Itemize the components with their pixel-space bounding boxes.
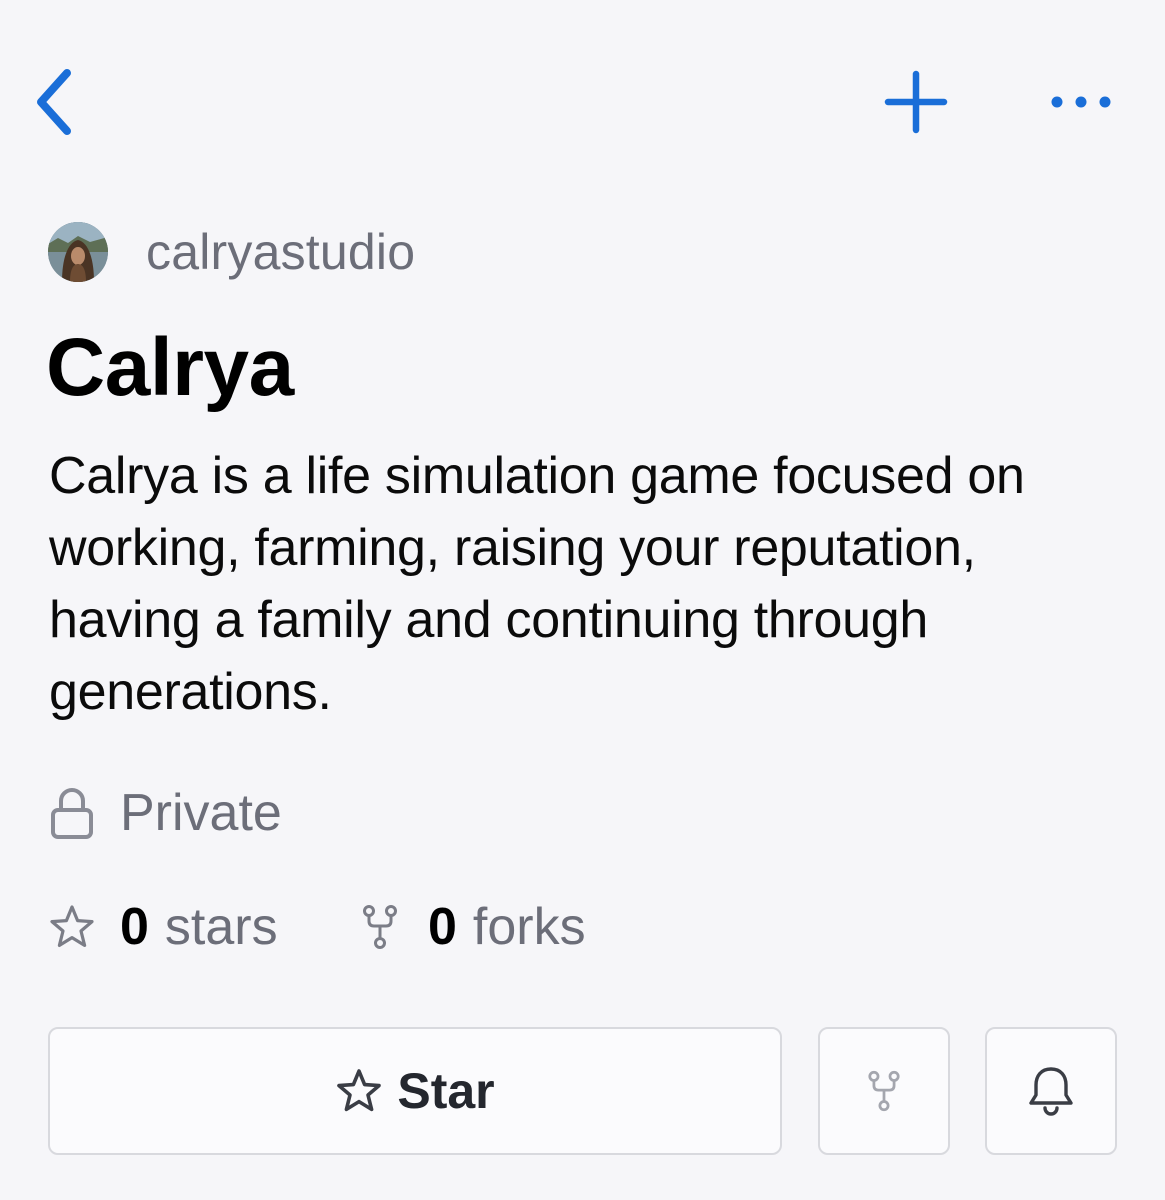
fork-icon [868, 1070, 900, 1112]
stars-count: 0 [120, 898, 149, 956]
watch-button[interactable] [985, 1027, 1117, 1155]
more-button[interactable] [1040, 72, 1122, 132]
stars-stat[interactable]: 0 stars [48, 894, 278, 960]
fork-icon [363, 905, 397, 949]
plus-icon [884, 70, 948, 134]
forks-stat[interactable]: 0 forks [356, 894, 586, 960]
stars-label: stars [164, 898, 278, 956]
repo-description: Calrya is a life simulation game focused… [49, 447, 1025, 721]
repo-title: Calrya [46, 322, 294, 413]
back-button[interactable] [18, 60, 88, 144]
star-button[interactable]: Star [48, 1027, 782, 1155]
ellipsis-icon [1051, 96, 1111, 108]
forks-label: forks [472, 898, 586, 956]
owner-name[interactable]: calryastudio [146, 222, 415, 282]
add-button[interactable] [876, 62, 956, 142]
star-icon [337, 1069, 382, 1112]
fork-button[interactable] [818, 1027, 950, 1155]
star-outline-icon [50, 905, 94, 948]
visibility-label: Private [120, 784, 282, 842]
chevron-left-icon [37, 69, 71, 135]
star-button-label: Star [397, 1063, 495, 1119]
bell-icon [1029, 1067, 1073, 1116]
owner-avatar[interactable] [48, 222, 108, 282]
forks-count: 0 [428, 898, 457, 956]
lock-icon [51, 788, 93, 839]
